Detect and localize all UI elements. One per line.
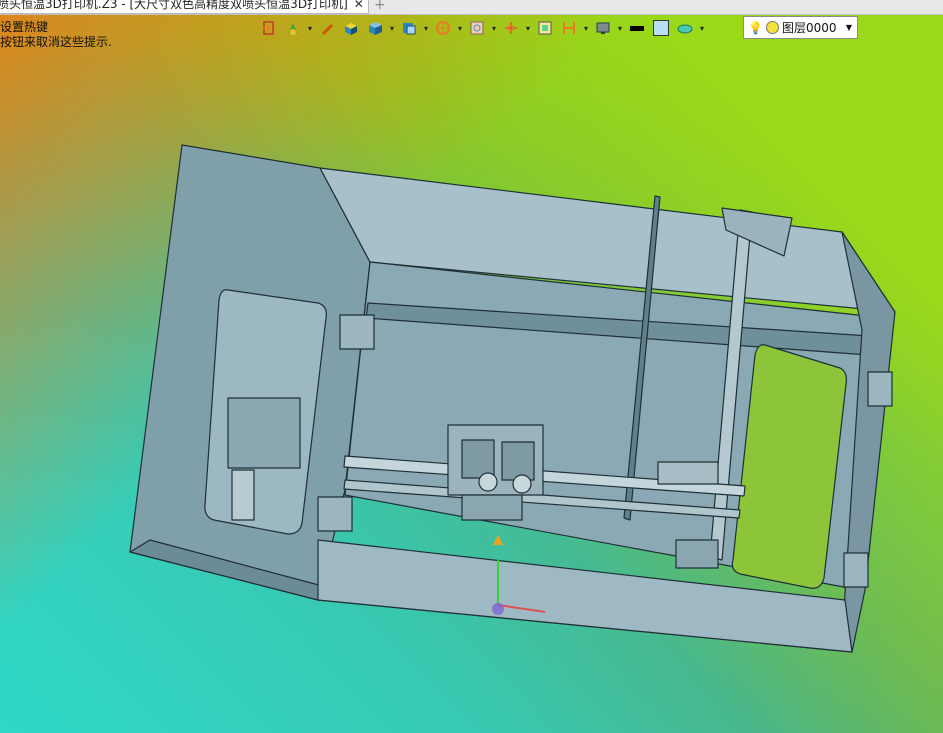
align-icon[interactable] [558,17,580,39]
chevron-down-icon[interactable]: ▾ [422,24,430,33]
hinge [843,552,869,588]
layer-value: 图层0000 [781,21,837,35]
layer-select[interactable]: 💡 图层0000 ▼ [743,16,858,39]
chevron-down-icon[interactable]: ▼ [846,23,852,32]
hinge [339,314,375,350]
exit-icon[interactable] [258,17,280,39]
chevron-down-icon[interactable]: ▾ [616,24,624,33]
close-icon[interactable]: ✕ [354,0,364,11]
line-color-swatch [630,25,644,31]
pen-icon[interactable] [316,17,338,39]
chevron-down-icon[interactable]: ▾ [582,24,590,33]
view-toolbar: ▾ ▾ ▾ ▾ ▾ ▾ ▾ ▾ ▾ [258,16,706,40]
axis-triad-icon[interactable] [500,17,522,39]
chevron-down-icon[interactable]: ▾ [524,24,532,33]
plane-icon[interactable] [674,17,696,39]
printer-model-render[interactable] [0,0,943,733]
chevron-down-icon[interactable]: ▾ [306,24,314,33]
document-tab[interactable]: 喷头恒温3D打印机.Z3 - [大尺寸双色高精度双喷头恒温3D打印机] ✕ [0,0,369,14]
paint-icon[interactable] [282,17,304,39]
document-tab-title: 喷头恒温3D打印机.Z3 - [大尺寸双色高精度双喷头恒温3D打印机] [0,0,348,11]
document-tab-bar: 喷头恒温3D打印机.Z3 - [大尺寸双色高精度双喷头恒温3D打印机] ✕ + [0,0,943,15]
frame-icon[interactable] [466,17,488,39]
view-cube-icon[interactable] [398,17,420,39]
hinge [317,496,353,532]
chevron-down-icon[interactable]: ▾ [388,24,396,33]
shaded-box-icon[interactable] [340,17,362,39]
face-color-icon[interactable] [650,17,672,39]
line-color-icon[interactable] [626,17,648,39]
layer-color-icon [765,21,779,34]
render-sphere-icon[interactable] [432,17,454,39]
grid-icon[interactable] [534,17,556,39]
chevron-down-icon[interactable]: ▾ [698,24,706,33]
new-tab-button[interactable]: + [374,0,386,13]
display-icon[interactable] [592,17,614,39]
chevron-down-icon[interactable]: ▾ [490,24,498,33]
hint-line-2: 按钮来取消这些提示. [0,35,112,49]
chevron-down-icon[interactable]: ▾ [456,24,464,33]
solid-box-icon[interactable] [364,17,386,39]
hint-line-1: 设置热键 [0,20,49,34]
lightbulb-icon[interactable]: 💡 [748,21,763,35]
hint-overlay: 设置热键 按钮来取消这些提示. [0,20,112,50]
hinge [867,371,893,407]
face-color-swatch [653,20,669,36]
